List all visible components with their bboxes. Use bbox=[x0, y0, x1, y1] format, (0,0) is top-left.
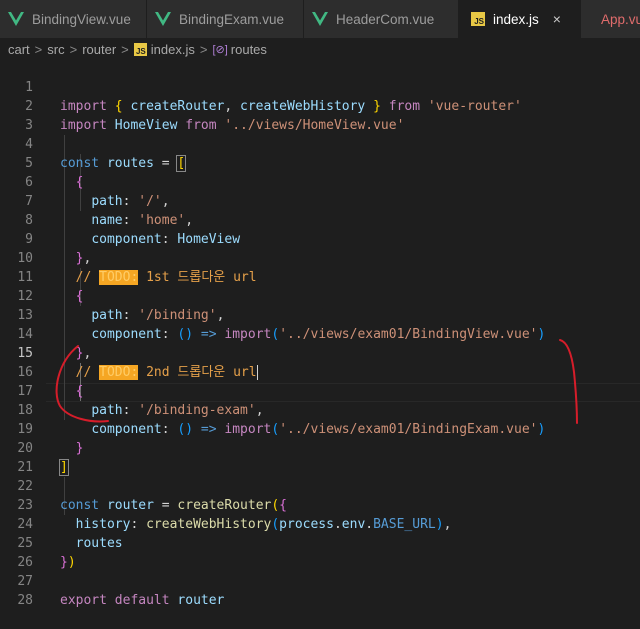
annotation-right-stroke bbox=[559, 339, 578, 424]
red-ink-annotation bbox=[55, 339, 578, 424]
annotation-left-bracket bbox=[55, 345, 109, 423]
